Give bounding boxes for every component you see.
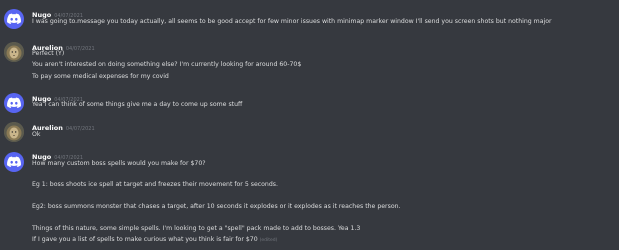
message-text: How many custom boss spells would you ma… [32, 160, 206, 167]
discord-logo-icon [7, 13, 21, 24]
message-header: Aurelion 04/07/2021 [32, 120, 95, 134]
message-text: Yea i can think of some things give me a… [32, 101, 243, 108]
lion-avatar [4, 122, 24, 142]
message-text: Eg2: boss summons monster that chases a … [32, 203, 401, 210]
message-text-content: If I gave you a list of spells to make c… [32, 236, 258, 243]
message-text: Things of this nature, some simple spell… [32, 225, 361, 232]
message-text: If I gave you a list of spells to make c… [32, 235, 277, 246]
timestamp: 04/07/2021 [65, 46, 95, 52]
edited-label: (edited) [259, 238, 278, 243]
discord-logo-icon [7, 97, 21, 108]
timestamp: 04/07/2021 [65, 126, 95, 132]
message-text: I was going to.message you today actuall… [32, 18, 552, 25]
avatar[interactable] [4, 42, 24, 62]
avatar[interactable] [4, 122, 24, 142]
message-text: Eg 1: boss shoots ice spell at target an… [32, 181, 278, 188]
avatar[interactable] [4, 9, 24, 29]
avatar[interactable] [4, 93, 24, 113]
lion-avatar [4, 42, 24, 62]
message-text: Perfect (Y) [32, 50, 65, 57]
message-text: Ok [32, 131, 41, 138]
avatar[interactable] [4, 152, 24, 172]
message-text: You aren't interested on doing something… [32, 61, 302, 68]
message-text: To pay some medical expenses for my covi… [32, 73, 169, 80]
discord-logo-icon [7, 156, 21, 167]
